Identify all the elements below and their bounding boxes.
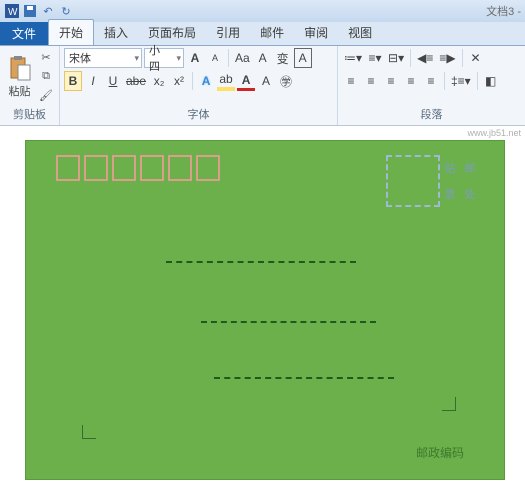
tab-mailings[interactable]: 邮件 [250,20,294,45]
copy-icon[interactable]: ⧉ [37,68,55,86]
stamp-char: 票 [440,181,460,207]
separator [410,49,411,67]
watermark-text: www.jb51.net [467,128,521,138]
separator [462,49,463,67]
strike-button[interactable]: abe [124,71,148,91]
stamp-placeholder[interactable] [386,155,440,207]
font-group-label: 字体 [64,105,333,123]
superscript-button[interactable]: x² [170,71,188,91]
text-effects-icon[interactable]: A [197,71,215,91]
address-line[interactable] [166,261,356,263]
ribbon-tabs: 文件 开始 插入 页面布局 引用 邮件 审阅 视图 [0,22,525,46]
asian-layout-icon[interactable]: ✕ [467,48,485,68]
clipboard-group-label: 剪贴板 [4,105,55,123]
paste-label: 粘贴 [9,83,31,99]
envelope-shape[interactable]: 贴 邮 票 处 邮政编码 [25,140,505,480]
paragraph-group-label: 段落 [342,105,521,123]
separator [444,72,445,90]
enclose-char-icon[interactable]: ㊫ [277,71,295,91]
line-spacing-icon[interactable]: ‡≡▾ [449,71,473,91]
separator [192,72,193,90]
phonetic-icon[interactable]: 变 [274,48,292,68]
postcode-box[interactable] [196,155,220,181]
distributed-icon[interactable]: ≡ [422,71,440,91]
document-canvas[interactable]: www.jb51.net 贴 邮 票 处 邮政编码 [0,126,525,500]
align-center-icon[interactable]: ≡ [362,71,380,91]
bullets-icon[interactable]: ≔▾ [342,48,364,68]
justify-icon[interactable]: ≡ [402,71,420,91]
font-color-icon[interactable]: A [237,71,255,91]
paste-button[interactable]: 粘贴 [4,48,35,105]
svg-text:W: W [8,7,18,18]
save-icon[interactable] [22,3,38,19]
separator [477,72,478,90]
group-clipboard: 粘贴 ✂ ⧉ 🖌 剪贴板 [0,46,60,125]
tab-home[interactable]: 开始 [48,19,94,45]
stamp-label-grid: 贴 邮 票 处 [440,155,480,207]
increase-indent-icon[interactable]: ≡▶ [437,48,457,68]
postcode-label: 邮政编码 [416,444,464,461]
align-right-icon[interactable]: ≡ [382,71,400,91]
numbering-icon[interactable]: ≡▾ [366,48,384,68]
underline-button[interactable]: U [104,71,122,91]
tab-insert[interactable]: 插入 [94,20,138,45]
shrink-font-icon[interactable]: A [206,48,224,68]
stamp-area: 贴 邮 票 处 [386,155,480,207]
multilevel-icon[interactable]: ⊟▾ [386,48,406,68]
group-font: 宋体 小四 A A Aa A 变 A B I U abe x₂ x² A ab [60,46,338,125]
tab-view[interactable]: 视图 [338,20,382,45]
char-border-icon[interactable]: A [294,48,312,68]
address-line[interactable] [214,377,394,379]
italic-button[interactable]: I [84,71,102,91]
shading-icon[interactable]: ◧ [482,71,500,91]
bold-button[interactable]: B [64,71,82,91]
tab-review[interactable]: 审阅 [294,20,338,45]
corner-mark [82,425,96,439]
word-app-icon[interactable]: W [4,3,20,19]
cut-icon[interactable]: ✂ [37,49,55,67]
char-shading-icon[interactable]: A [257,71,275,91]
separator [228,49,229,67]
font-name-select[interactable]: 宋体 [64,48,142,68]
clear-format-icon[interactable]: A [254,48,272,68]
address-line[interactable] [201,321,376,323]
ribbon: 粘贴 ✂ ⧉ 🖌 剪贴板 宋体 小四 A A Aa A 变 A [0,46,525,126]
grow-font-icon[interactable]: A [186,48,204,68]
corner-mark [442,397,456,411]
format-painter-icon[interactable]: 🖌 [37,87,55,105]
change-case-icon[interactable]: Aa [233,48,252,68]
stamp-char: 处 [460,181,480,207]
subscript-button[interactable]: x₂ [150,71,168,91]
decrease-indent-icon[interactable]: ◀≡ [415,48,435,68]
quick-access-toolbar: W ↶ ↻ [0,3,78,19]
postcode-box[interactable] [140,155,164,181]
postcode-box[interactable] [84,155,108,181]
postcode-box[interactable] [168,155,192,181]
file-tab[interactable]: 文件 [0,22,48,45]
document-title: 文档3 - [486,3,521,19]
tab-references[interactable]: 引用 [206,20,250,45]
align-left-icon[interactable]: ≡ [342,71,360,91]
highlight-icon[interactable]: ab [217,71,235,91]
group-paragraph: ≔▾ ≡▾ ⊟▾ ◀≡ ≡▶ ✕ ≡ ≡ ≡ ≡ ≡ ‡≡▾ ◧ 段落 [338,46,525,125]
postcode-box[interactable] [56,155,80,181]
font-size-select[interactable]: 小四 [144,48,184,68]
postcode-boxes [56,155,220,181]
undo-icon[interactable]: ↶ [40,3,56,19]
stamp-char: 邮 [460,155,480,181]
postcode-box[interactable] [112,155,136,181]
stamp-char: 贴 [440,155,460,181]
redo-icon[interactable]: ↻ [58,3,74,19]
